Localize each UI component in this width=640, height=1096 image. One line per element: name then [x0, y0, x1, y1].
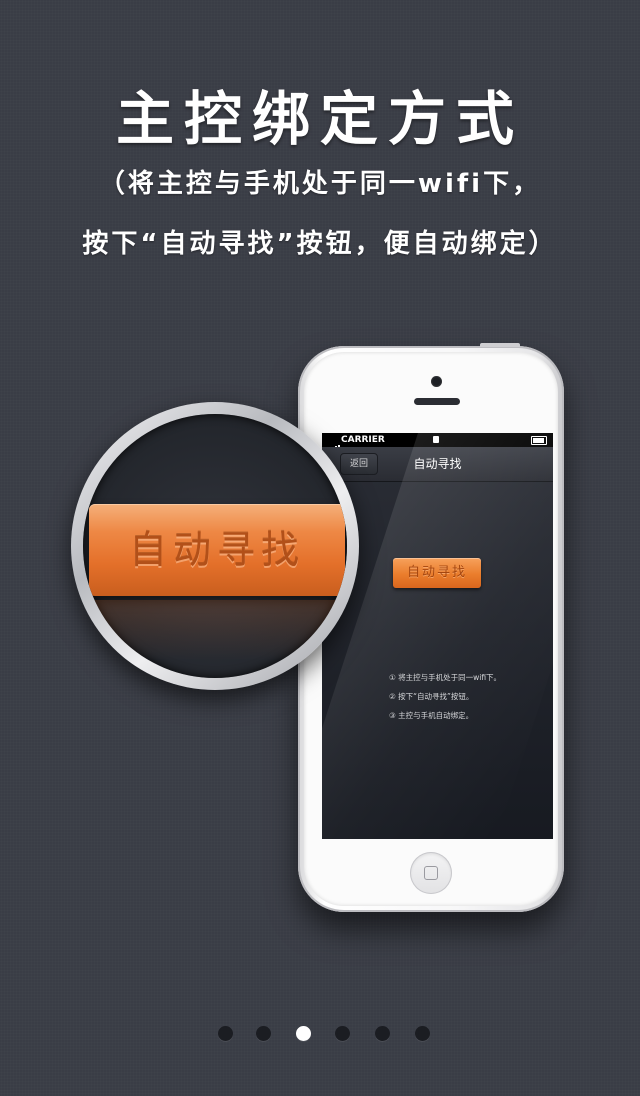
subtitle-line-1: （将主控与手机处于同一wifi下， — [98, 169, 542, 199]
page-dot[interactable] — [256, 1026, 271, 1041]
page-dot[interactable] — [415, 1026, 430, 1041]
page-dot[interactable] — [335, 1026, 350, 1041]
instruction-step: ① 将主控与手机处于同一wifi下。 — [389, 673, 502, 682]
magnified-auto-search-button: 自动寻找 — [89, 504, 345, 596]
auto-search-button[interactable]: 自动寻找 — [393, 558, 481, 588]
subtitle-line-2: 按下“自动寻找”按钮，便自动绑定） — [82, 229, 558, 259]
page-indicator — [0, 1026, 640, 1042]
speaker-grille — [414, 398, 460, 405]
carrier-label: CARRIER — [341, 435, 385, 445]
phone-screen: CARRIER 自动寻找 返回 自动寻找 ① 将主控与手机处于同一wifi下。 … — [322, 433, 553, 839]
screen-glare — [322, 433, 553, 839]
button-reflection — [89, 600, 345, 660]
instruction-step: ② 按下“自动寻找”按钮。 — [389, 692, 474, 701]
back-button[interactable]: 返回 — [340, 453, 378, 475]
page-dot[interactable] — [218, 1026, 233, 1041]
front-camera-icon — [431, 376, 442, 387]
power-button — [480, 343, 520, 347]
home-button[interactable] — [410, 852, 452, 894]
page-dot-active[interactable] — [296, 1026, 311, 1041]
lens-glass: 自动寻找 — [83, 414, 347, 678]
page-title: 主控绑定方式 — [115, 85, 524, 153]
magnifier-lens: 自动寻找 — [71, 402, 359, 690]
instruction-step: ③ 主控与手机自动绑定。 — [389, 711, 474, 720]
instruction-list: ① 将主控与手机处于同一wifi下。 ② 按下“自动寻找”按钮。 ③ 主控与手机… — [389, 668, 501, 725]
page-dot[interactable] — [375, 1026, 390, 1041]
